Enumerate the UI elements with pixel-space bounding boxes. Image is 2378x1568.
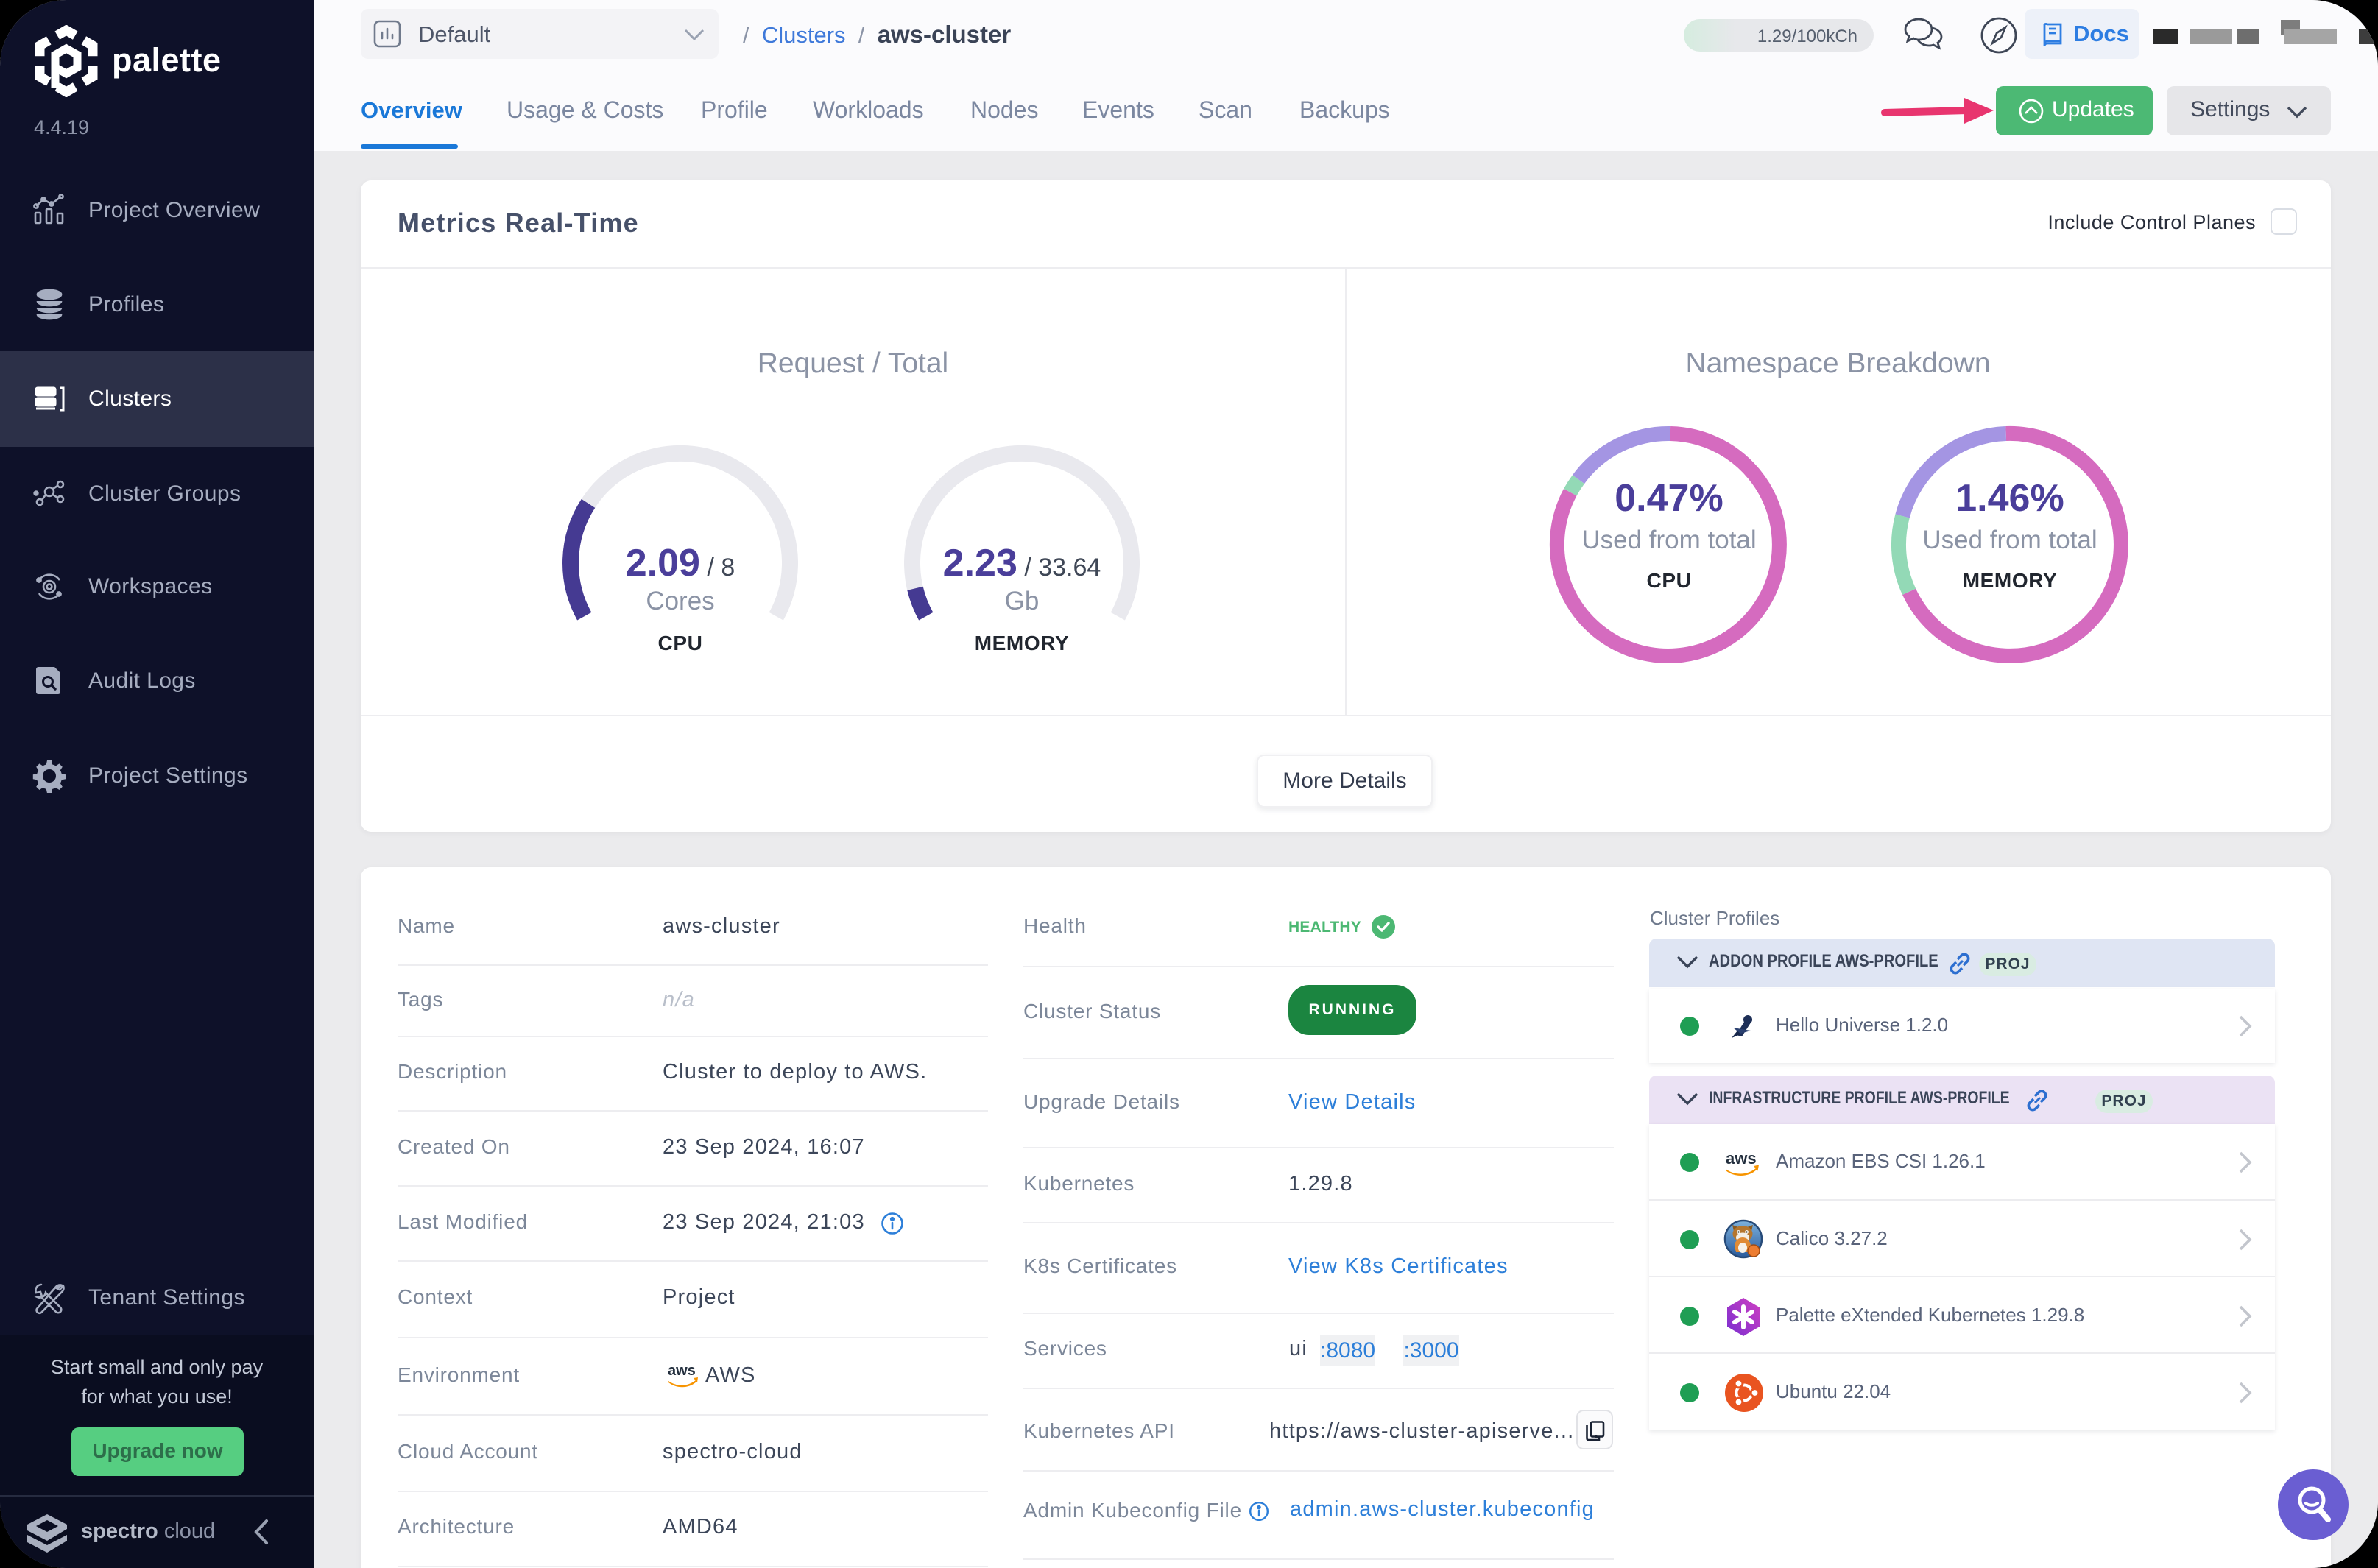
svg-text:aws: aws	[1726, 1149, 1757, 1168]
svg-text:aws: aws	[668, 1363, 696, 1379]
